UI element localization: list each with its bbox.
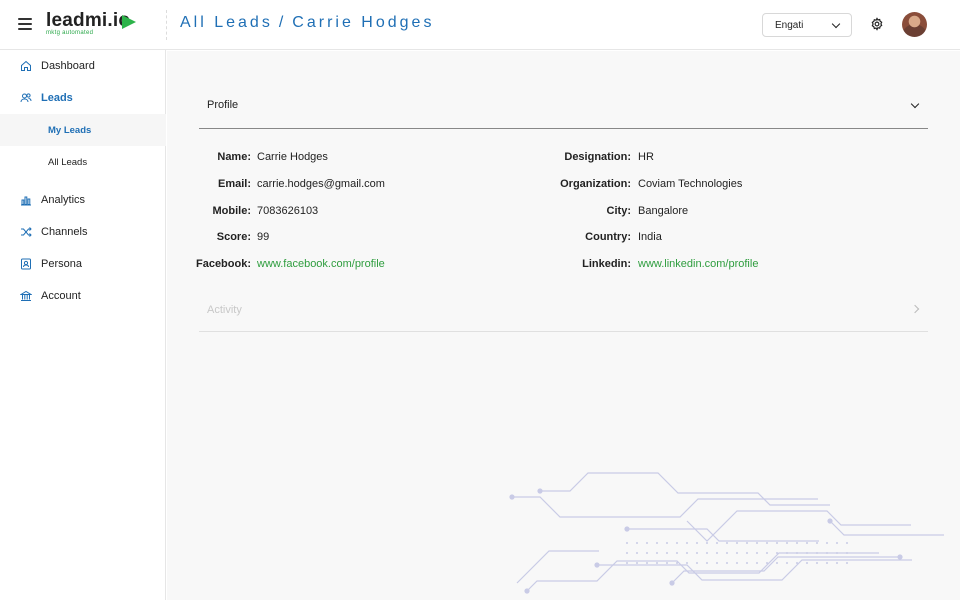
sidebar-item-persona[interactable]: Persona <box>0 248 166 280</box>
sidebar-item-channels[interactable]: Channels <box>0 216 166 248</box>
sidebar-item-label: Dashboard <box>41 60 95 72</box>
field-label: Facebook: <box>195 258 251 270</box>
name-value: Carrie Hodges <box>257 151 328 163</box>
field-label: Score: <box>216 231 251 243</box>
chevron-down-icon <box>910 99 920 109</box>
field-label: Mobile: <box>212 205 252 217</box>
gear-icon[interactable] <box>870 17 884 31</box>
field-facebook: Facebook: <box>195 258 251 274</box>
bar-chart-icon <box>21 196 31 206</box>
field-email: Email: <box>199 178 251 194</box>
sidebar-subitem-my-leads[interactable]: My Leads <box>0 114 166 146</box>
sidebar-item-dashboard[interactable]: Dashboard <box>0 50 166 82</box>
score-value: 99 <box>257 231 270 243</box>
id-card-icon <box>21 258 31 270</box>
sidebar-subitem-label: My Leads <box>48 124 92 136</box>
chevron-right-icon <box>910 304 920 314</box>
workspace-value: Engati <box>775 20 804 31</box>
city-value: Bangalore <box>638 205 689 217</box>
sidebar-item-label: Leads <box>41 92 73 104</box>
sidebar-item-label: Channels <box>41 226 88 238</box>
mobile-value: 7083626103 <box>257 205 319 217</box>
breadcrumb-separator: / <box>278 14 287 31</box>
field-country: Country: <box>547 231 631 247</box>
users-icon <box>20 93 32 103</box>
field-label: City: <box>606 205 631 217</box>
workspace-select[interactable]: Engati <box>762 13 852 37</box>
field-organization: Organization: <box>547 178 631 194</box>
facebook-link[interactable]: www.facebook.com/profile <box>257 258 385 270</box>
profile-section-header[interactable]: Profile <box>199 89 928 129</box>
bank-icon <box>20 290 32 301</box>
logo-text: leadmi.io <box>46 10 131 31</box>
profile-section-title: Profile <box>207 99 239 111</box>
field-label: Designation: <box>564 151 631 163</box>
sidebar-item-label: Account <box>41 290 81 302</box>
shuffle-icon <box>21 227 32 237</box>
avatar[interactable] <box>902 12 927 37</box>
sidebar-item-analytics[interactable]: Analytics <box>0 184 166 216</box>
sidebar-item-account[interactable]: Account <box>0 280 166 312</box>
breadcrumb-current: Carrie Hodges <box>292 14 435 31</box>
sidebar-item-label: Persona <box>41 258 82 270</box>
menu-icon[interactable] <box>18 18 32 30</box>
home-icon <box>21 60 31 71</box>
field-name: Name: <box>199 151 251 167</box>
sidebar-item-label: Analytics <box>41 194 86 206</box>
breadcrumb: All Leads / Carrie Hodges <box>180 14 434 32</box>
email-value: carrie.hodges@gmail.com <box>257 178 385 190</box>
field-designation: Designation: <box>547 151 631 167</box>
header-divider <box>166 10 167 40</box>
logo[interactable]: leadmi.io mktg automated <box>46 10 136 36</box>
field-label: Name: <box>217 151 251 163</box>
field-mobile: Mobile: <box>199 205 252 221</box>
field-label: Linkedin: <box>582 258 631 270</box>
field-score: Score: <box>199 231 251 247</box>
breadcrumb-all-leads[interactable]: All Leads <box>180 14 273 31</box>
top-header: leadmi.io mktg automated All Leads / Carri… <box>0 0 960 50</box>
activity-section-header[interactable]: Activity <box>199 294 928 332</box>
linkedin-link[interactable]: www.linkedin.com/profile <box>638 258 758 270</box>
field-label: Country: <box>585 231 631 243</box>
activity-section-title: Activity <box>207 304 242 316</box>
field-label: Email: <box>217 178 251 190</box>
designation-value: HR <box>638 151 654 163</box>
field-city: City: <box>547 205 631 221</box>
logo-arrow-icon <box>122 15 136 29</box>
field-label: Organization: <box>560 178 631 190</box>
organization-value: Coviam Technologies <box>638 178 743 190</box>
sidebar-item-leads[interactable]: Leads <box>0 82 166 114</box>
chevron-down-icon <box>831 19 841 29</box>
sidebar: Dashboard Leads My Leads All Leads Analy… <box>0 50 166 600</box>
sidebar-subitem-label: All Leads <box>48 156 88 168</box>
country-value: India <box>638 231 662 243</box>
sidebar-subitem-all-leads[interactable]: All Leads <box>0 146 166 178</box>
field-linkedin: Linkedin: <box>547 258 631 274</box>
main-content: Profile Name: Carrie Hodges Email: carri… <box>167 51 960 600</box>
